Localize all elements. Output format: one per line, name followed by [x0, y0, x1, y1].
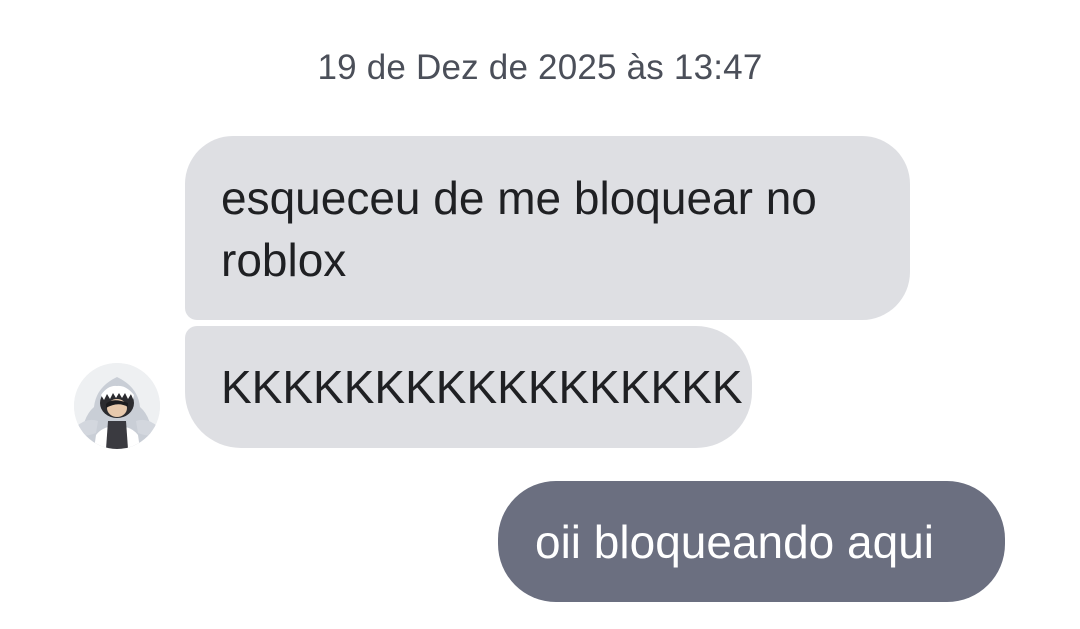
- contact-avatar[interactable]: [74, 363, 160, 449]
- incoming-message-bubble[interactable]: KKKKKKKKKKKKKKKKK: [185, 326, 752, 448]
- message-text: KKKKKKKKKKKKKKKKK: [221, 361, 743, 413]
- outgoing-message-bubble[interactable]: oii bloqueando aqui: [498, 481, 1005, 602]
- roblox-shark-avatar-icon: [74, 363, 160, 449]
- message-text: oii bloqueando aqui: [535, 516, 935, 568]
- incoming-message-bubble[interactable]: esqueceu de me bloquear no roblox: [185, 136, 910, 320]
- message-text: esqueceu de me bloquear no roblox: [221, 172, 817, 286]
- message-timestamp: 19 de Dez de 2025 às 13:47: [317, 48, 763, 87]
